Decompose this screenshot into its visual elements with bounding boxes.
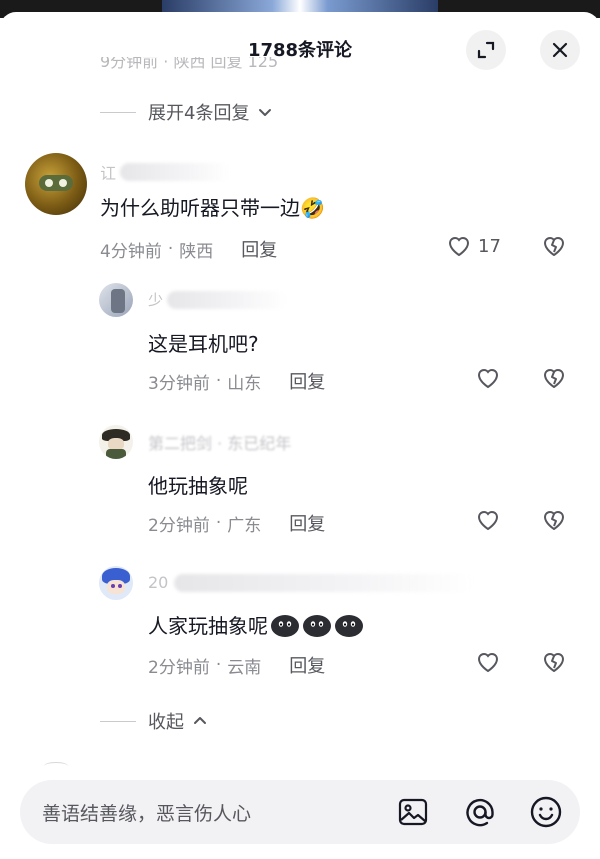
at-icon: [466, 798, 494, 827]
username[interactable]: 20: [148, 573, 475, 592]
emoji-sticker-group: [270, 612, 364, 638]
avatar[interactable]: [99, 283, 133, 317]
broken-heart-icon: [544, 511, 564, 530]
like-button[interactable]: [475, 650, 501, 678]
comment-time: 4分钟前: [100, 241, 162, 262]
reply-time: 2分钟前: [148, 515, 210, 536]
reply-button[interactable]: 回复: [241, 236, 277, 262]
image-icon: [398, 798, 428, 826]
broken-heart-icon: [544, 237, 564, 256]
emoji-button[interactable]: [529, 795, 563, 833]
reply-button[interactable]: 回复: [289, 652, 325, 678]
black-blob-emoji-icon: [271, 614, 299, 637]
chevron-up-icon: [194, 717, 206, 724]
expand-replies-button[interactable]: 展开4条回复: [100, 99, 273, 125]
like-button[interactable]: 17: [446, 234, 501, 258]
reply-text: 人家玩抽象呢: [148, 614, 268, 638]
image-button[interactable]: [397, 796, 429, 832]
dislike-button[interactable]: [541, 234, 567, 262]
comment-text: 为什么助听器只带一边🤣: [100, 196, 325, 220]
reply-time: 2分钟前: [148, 657, 210, 678]
reply-text-row: 人家玩抽象呢: [148, 610, 364, 639]
avatar[interactable]: [25, 153, 87, 215]
dislike-button[interactable]: [541, 508, 567, 536]
collapse-replies-label: 收起: [148, 712, 184, 733]
emoji-icon: [530, 796, 562, 828]
heart-icon: [477, 653, 499, 673]
chevron-down-icon: [259, 109, 272, 116]
next-comment-avatar-peek: [44, 762, 68, 770]
broken-heart-icon: [544, 369, 564, 388]
dislike-button[interactable]: [541, 650, 567, 678]
comment-meta: 4分钟前 · 陕西 回复: [100, 236, 277, 262]
heart-icon: [477, 511, 499, 531]
reply-location: 山东: [227, 373, 262, 394]
reply-text: 这是耳机吧?: [148, 332, 259, 356]
black-blob-emoji-icon: [335, 614, 363, 637]
like-button[interactable]: [475, 366, 501, 394]
username[interactable]: 少: [148, 289, 288, 310]
reply-button[interactable]: 回复: [289, 510, 325, 536]
dislike-button[interactable]: [541, 366, 567, 394]
black-blob-emoji-icon: [303, 614, 331, 637]
username[interactable]: 讧: [100, 160, 231, 184]
comment-input[interactable]: 善语结善缘，恶言伤人心: [42, 799, 251, 826]
reply-text: 他玩抽象呢: [148, 474, 248, 498]
expand-replies-label: 展开4条回复: [148, 103, 250, 124]
reply-location: 广东: [227, 515, 262, 536]
reply-time: 3分钟前: [148, 373, 210, 394]
comment-location: 陕西: [179, 241, 214, 262]
broken-heart-icon: [544, 653, 564, 672]
mention-button[interactable]: [463, 795, 497, 833]
collapse-replies-button[interactable]: 收起: [100, 708, 208, 734]
avatar[interactable]: [99, 425, 133, 459]
like-count: 17: [478, 235, 501, 257]
reply-meta: 3分钟前 · 山东 回复: [148, 368, 325, 394]
avatar[interactable]: [99, 566, 133, 600]
previous-comment-meta: 9分钟前 · 陕西 回复 125: [100, 57, 279, 71]
reply-meta: 2分钟前 · 广东 回复: [148, 510, 325, 536]
heart-icon: [477, 369, 499, 389]
heart-icon: [448, 237, 470, 257]
like-button[interactable]: [475, 508, 501, 536]
reply-meta: 2分钟前 · 云南 回复: [148, 652, 325, 678]
username[interactable]: 第二把剑 · 东已纪年: [148, 431, 428, 453]
reply-location: 云南: [227, 657, 262, 678]
reply-button[interactable]: 回复: [289, 368, 325, 394]
